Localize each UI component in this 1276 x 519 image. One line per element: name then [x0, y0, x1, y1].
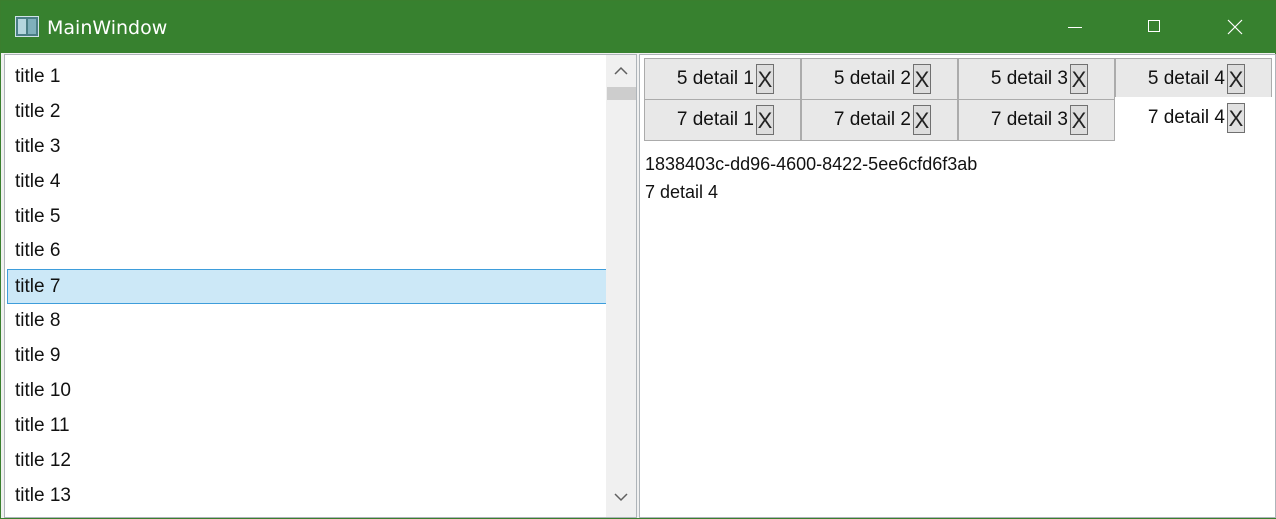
- main-window: MainWindow title 1 title 2 title 3 title…: [0, 0, 1276, 519]
- list-item[interactable]: title 11: [5, 409, 607, 444]
- scroll-thumb[interactable]: [607, 87, 636, 100]
- tab-close-button[interactable]: X: [1227, 64, 1245, 94]
- tab-label: 5 detail 1: [676, 68, 754, 89]
- tab-close-button[interactable]: X: [756, 105, 774, 135]
- vertical-scrollbar[interactable]: [606, 55, 636, 517]
- tab-7-detail-2[interactable]: 7 detail 2 X: [801, 99, 958, 141]
- minimize-icon: [1068, 27, 1082, 28]
- app-icon: [15, 16, 39, 37]
- title-bar[interactable]: MainWindow: [1, 1, 1275, 53]
- list-item[interactable]: title 10: [5, 374, 607, 409]
- list-item[interactable]: title 6: [5, 234, 607, 269]
- list-item[interactable]: title 8: [5, 304, 607, 339]
- close-icon: [1227, 19, 1243, 35]
- tab-label: 7 detail 4: [1147, 107, 1225, 128]
- tab-close-button[interactable]: X: [913, 105, 931, 135]
- list-item[interactable]: title 2: [5, 95, 607, 130]
- tab-close-button[interactable]: X: [756, 64, 774, 94]
- list-item[interactable]: title 4: [5, 165, 607, 200]
- tab-close-button[interactable]: X: [1227, 103, 1245, 133]
- close-button[interactable]: [1203, 1, 1265, 53]
- tab-label: 7 detail 2: [833, 109, 911, 130]
- content-id-text: 1838403c-dd96-4600-8422-5ee6cfd6f3ab: [645, 154, 978, 174]
- title-list[interactable]: title 1 title 2 title 3 title 4 title 5 …: [4, 54, 637, 518]
- tab-label: 7 detail 1: [676, 109, 754, 130]
- minimize-button[interactable]: [1043, 1, 1105, 53]
- maximize-icon: [1148, 20, 1160, 32]
- list-item-selected[interactable]: title 7: [7, 269, 607, 305]
- scroll-down-button[interactable]: [606, 485, 636, 517]
- tab-7-detail-3[interactable]: 7 detail 3 X: [958, 99, 1115, 141]
- list-item[interactable]: title 1: [5, 60, 607, 95]
- list-rows: title 1 title 2 title 3 title 4 title 5 …: [5, 60, 607, 514]
- chevron-up-icon: [614, 66, 628, 75]
- tab-close-button[interactable]: X: [1070, 105, 1088, 135]
- tab-5-detail-3[interactable]: 5 detail 3 X: [958, 58, 1115, 100]
- tab-label: 7 detail 3: [990, 109, 1068, 130]
- list-item[interactable]: title 12: [5, 444, 607, 479]
- tab-label: 5 detail 3: [990, 68, 1068, 89]
- tab-5-detail-4[interactable]: 5 detail 4 X: [1115, 58, 1272, 100]
- chevron-down-icon: [614, 493, 628, 502]
- tab-label: 5 detail 2: [833, 68, 911, 89]
- tab-5-detail-2[interactable]: 5 detail 2 X: [801, 58, 958, 100]
- detail-tab-control: 5 detail 1 X 5 detail 2 X 5 detail 3 X 5…: [639, 54, 1276, 518]
- list-item[interactable]: title 5: [5, 200, 607, 235]
- tab-5-detail-1[interactable]: 5 detail 1 X: [644, 58, 801, 100]
- tab-close-button[interactable]: X: [1070, 64, 1088, 94]
- tab-label: 5 detail 4: [1147, 68, 1225, 89]
- window-title: MainWindow: [47, 17, 168, 39]
- content-name-text: 7 detail 4: [645, 182, 719, 202]
- list-item[interactable]: title 13: [5, 479, 607, 514]
- maximize-button[interactable]: [1123, 1, 1185, 53]
- tab-close-button[interactable]: X: [913, 64, 931, 94]
- tab-content: 1838403c-dd96-4600-8422-5ee6cfd6f3ab 7 d…: [645, 150, 977, 206]
- list-item[interactable]: title 3: [5, 130, 607, 165]
- tab-7-detail-4-active[interactable]: 7 detail 4 X: [1115, 97, 1272, 139]
- list-item[interactable]: title 9: [5, 339, 607, 374]
- tab-7-detail-1[interactable]: 7 detail 1 X: [644, 99, 801, 141]
